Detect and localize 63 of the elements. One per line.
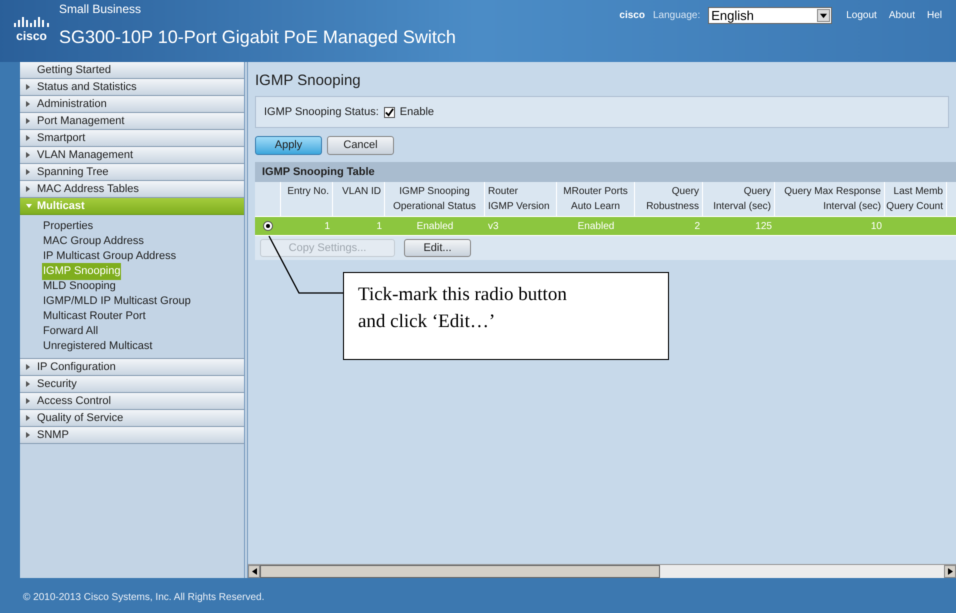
logo-bars-icon: [14, 17, 49, 27]
menu-item[interactable]: Access Control: [20, 393, 244, 410]
menu-item[interactable]: VLAN Management: [20, 147, 244, 164]
page-title: IGMP Snooping: [255, 71, 362, 91]
table-cell-text: Enabled: [416, 220, 454, 234]
submenu-item[interactable]: Forward All: [42, 323, 100, 340]
horizontal-scrollbar[interactable]: [248, 564, 956, 578]
menu-item[interactable]: Smartport: [20, 130, 244, 147]
scroll-left-icon[interactable]: [248, 565, 260, 578]
status-label: IGMP Snooping Status:: [264, 104, 379, 120]
copyright-text: © 2010-2013 Cisco Systems, Inc. All Rights Reserved.: [22, 591, 266, 605]
submenu-item[interactable]: MLD Snooping: [42, 278, 117, 295]
table-cell-text: 125: [755, 220, 772, 234]
header-link[interactable]: Hel: [926, 8, 942, 23]
column-header: Last Memb Query Count: [886, 185, 943, 214]
column-header: Query Interval (sec): [713, 185, 771, 214]
submenu-item[interactable]: Unregistered Multicast: [42, 338, 154, 355]
header-link[interactable]: Logout: [846, 8, 877, 23]
header-link[interactable]: About: [888, 8, 915, 23]
enable-checkbox[interactable]: [384, 106, 395, 118]
scrollbar-thumb[interactable]: [260, 565, 660, 578]
submenu-item[interactable]: Properties: [42, 218, 94, 235]
menu-item[interactable]: IP Configuration: [20, 359, 244, 376]
table-cell-text: Enabled: [578, 220, 614, 234]
product-title: SG300-10P 10-Port Gigabit PoE Managed Switch: [59, 26, 456, 49]
menu-item[interactable]: Spanning Tree: [20, 164, 244, 181]
column-header: IGMP Snooping Operational Status: [393, 185, 476, 214]
column-header: VLAN ID: [342, 185, 381, 199]
menu-item[interactable]: Getting Started: [20, 62, 244, 79]
submenu-item[interactable]: Multicast Router Port: [42, 308, 147, 325]
language-label: Language:: [652, 9, 700, 23]
table-cell-text: 1: [376, 220, 382, 234]
radio-button[interactable]: [263, 221, 273, 231]
menu-item[interactable]: SNMP: [20, 427, 244, 444]
table-cell-text: 2: [694, 220, 700, 234]
apply-button[interactable]: Apply: [255, 136, 322, 155]
menu-item[interactable]: Administration: [20, 96, 244, 113]
submenu-item[interactable]: IGMP/MLD IP Multicast Group: [42, 293, 192, 310]
menu-item[interactable]: Status and Statistics: [20, 79, 244, 96]
brand-subtitle: Small Business: [59, 2, 142, 16]
edit-button[interactable]: Edit...: [404, 239, 471, 257]
menu-item[interactable]: Quality of Service: [20, 410, 244, 427]
column-header: Router IGMP Version: [488, 185, 550, 214]
cancel-button[interactable]: Cancel: [327, 136, 394, 155]
cisco-link[interactable]: cisco: [619, 8, 645, 23]
language-dropdown[interactable]: English: [708, 7, 832, 24]
logo-wordmark: cisco: [16, 29, 47, 43]
submenu-item[interactable]: MAC Group Address: [42, 233, 145, 250]
table-cell-text: 10: [870, 220, 882, 234]
table-title-bar: IGMP Snooping Table: [255, 162, 956, 182]
callout-note: Tick-mark this radio button and click ‘Edit…’: [343, 272, 669, 360]
menu-item[interactable]: Security: [20, 376, 244, 393]
submenu-item[interactable]: IP Multicast Group Address: [42, 248, 178, 265]
table-cell-text: v3: [488, 220, 499, 234]
enable-label: Enable: [400, 104, 434, 120]
column-header: Query Robustness: [646, 185, 699, 214]
scroll-right-icon[interactable]: [944, 565, 956, 578]
column-header: MRouter Ports Auto Learn: [563, 185, 628, 214]
column-header: Query Max Response Interval (sec): [784, 185, 881, 214]
menu-item[interactable]: MAC Address Tables: [20, 181, 244, 198]
column-header: Entry No.: [287, 185, 329, 199]
table-cell-text: 1: [324, 220, 330, 234]
menu-item[interactable]: Port Management: [20, 113, 244, 130]
